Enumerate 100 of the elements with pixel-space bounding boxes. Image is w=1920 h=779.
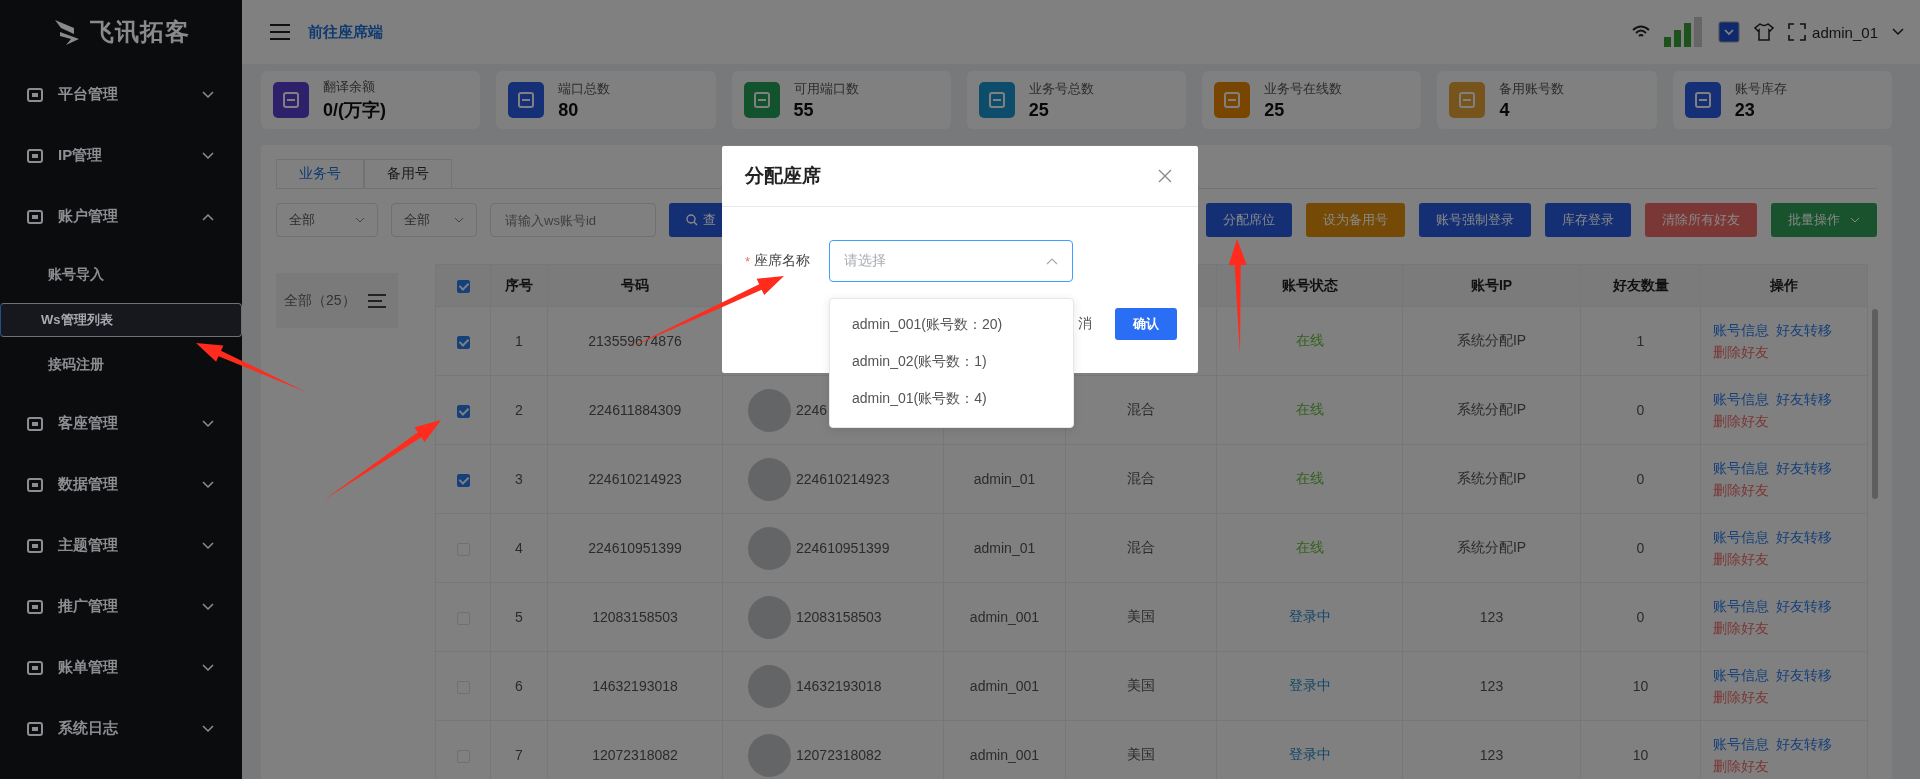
- table-cell: 224610951399: [796, 540, 890, 556]
- select-field[interactable]: 全部: [276, 203, 378, 237]
- stat-label: 账号库存: [1734, 79, 1787, 98]
- action-link[interactable]: 好友转移: [1776, 734, 1832, 754]
- action-link[interactable]: 账号信息: [1713, 734, 1769, 754]
- sidebar-subitem[interactable]: 接码注册: [0, 337, 242, 393]
- column-header: 序号: [505, 276, 533, 293]
- action-link[interactable]: 删除好友: [1713, 411, 1769, 431]
- action-link[interactable]: 删除好友: [1713, 549, 1769, 569]
- action-link[interactable]: 删除好友: [1713, 756, 1769, 776]
- dropdown-option[interactable]: admin_01(账号数：4): [830, 380, 1073, 417]
- action-link[interactable]: 账号信息: [1713, 665, 1769, 685]
- sidebar-item[interactable]: 主题管理: [0, 515, 242, 576]
- column-header: 号码: [621, 276, 649, 293]
- table-cell: admin_001: [969, 678, 1040, 694]
- action-button[interactable]: 批量操作: [1771, 203, 1877, 237]
- table-cell: 7: [515, 747, 523, 763]
- sidebar-subitem[interactable]: 账号导入: [0, 247, 242, 303]
- column-header: 账号状态: [1281, 276, 1338, 293]
- action-link[interactable]: 删除好友: [1713, 618, 1769, 638]
- action-link[interactable]: 好友转移: [1776, 665, 1832, 685]
- action-link[interactable]: 删除好友: [1713, 687, 1769, 707]
- chevron-icon[interactable]: [1892, 28, 1904, 36]
- confirm-button[interactable]: 确认: [1115, 308, 1177, 340]
- group-filter[interactable]: 全部（25）: [276, 273, 398, 328]
- table-cell: 系统分配IP: [1456, 539, 1527, 555]
- action-link[interactable]: 好友转移: [1776, 527, 1832, 547]
- action-button[interactable]: 分配席位: [1206, 203, 1292, 237]
- close-icon[interactable]: [1158, 169, 1172, 183]
- action-button[interactable]: 设为备用号: [1306, 203, 1405, 237]
- action-button[interactable]: 库存登录: [1545, 203, 1631, 237]
- table-cell: 12072318082: [592, 747, 678, 763]
- table-cell: 10: [1632, 678, 1649, 694]
- sidebar-item[interactable]: 客座管理: [0, 393, 242, 454]
- action-link[interactable]: 好友转移: [1776, 320, 1832, 340]
- sidebar-item[interactable]: 账户管理: [0, 186, 242, 247]
- table-cell: 224610214923: [796, 471, 890, 487]
- action-link[interactable]: 账号信息: [1713, 458, 1769, 478]
- table-cell: 14632193018: [592, 678, 678, 694]
- chevron-icon: [1850, 217, 1860, 223]
- table-cell: 123: [1479, 747, 1504, 763]
- select-field[interactable]: 全部: [391, 203, 477, 237]
- dropdown-option[interactable]: admin_02(账号数：1): [830, 343, 1073, 380]
- field-label: 座席名称: [754, 252, 812, 270]
- status-text: 登录中: [1288, 746, 1331, 762]
- action-link[interactable]: 删除好友: [1713, 480, 1769, 500]
- table-cell: 4: [515, 540, 523, 556]
- checkbox[interactable]: [456, 404, 470, 418]
- dropdown-icon[interactable]: [1718, 21, 1741, 43]
- action-link[interactable]: 好友转移: [1776, 389, 1832, 409]
- stat-value: 80: [558, 99, 580, 121]
- column-header: 操作: [1770, 276, 1798, 293]
- sidebar-subitem[interactable]: Ws管理列表: [0, 303, 242, 337]
- action-button[interactable]: 清除所有好友: [1645, 203, 1757, 237]
- stat-label: 端口总数: [558, 79, 611, 98]
- table-cell: 系统分配IP: [1456, 470, 1527, 486]
- sidebar-item[interactable]: 数据管理: [0, 454, 242, 515]
- action-link[interactable]: 账号信息: [1713, 527, 1769, 547]
- checkbox[interactable]: [456, 280, 470, 294]
- cancel-button[interactable]: 消: [1078, 315, 1092, 333]
- select-field[interactable]: 请选择: [829, 240, 1074, 282]
- sidebar-item[interactable]: 账单管理: [0, 637, 242, 698]
- tab[interactable]: 备用号: [364, 159, 452, 188]
- action-link[interactable]: 好友转移: [1776, 458, 1832, 478]
- stat-value: 23: [1734, 99, 1756, 121]
- chevron-icon: [355, 217, 365, 223]
- sidebar-item[interactable]: 平台管理: [0, 64, 242, 125]
- table-cell: admin_01: [973, 540, 1036, 556]
- fullscreen-icon[interactable]: [1788, 23, 1807, 41]
- action-link[interactable]: 账号信息: [1713, 389, 1769, 409]
- status-text: 在线: [1295, 401, 1324, 417]
- table-cell: 14632193018: [796, 678, 882, 694]
- action-link[interactable]: 好友转移: [1776, 596, 1832, 616]
- action-button[interactable]: 账号强制登录: [1419, 203, 1531, 237]
- sidebar-item[interactable]: IP管理: [0, 125, 242, 186]
- checkbox[interactable]: [456, 473, 470, 487]
- table-cell: 系统分配IP: [1456, 332, 1527, 348]
- table-cell: 123: [1479, 678, 1504, 694]
- sidebar-item[interactable]: 系统日志: [0, 698, 242, 759]
- dropdown-option[interactable]: admin_001(账号数：20): [830, 306, 1073, 343]
- checkbox[interactable]: [456, 335, 470, 349]
- status-text: 在线: [1295, 470, 1324, 486]
- table-cell: 0: [1636, 402, 1645, 418]
- action-link[interactable]: 账号信息: [1713, 596, 1769, 616]
- table-cell: 2: [515, 402, 523, 418]
- portal-link[interactable]: 前往座席端: [308, 22, 383, 42]
- stat-label: 可用端口数: [793, 79, 859, 98]
- tab[interactable]: 业务号: [276, 159, 364, 188]
- action-link[interactable]: 删除好友: [1713, 342, 1769, 362]
- table-cell: 0: [1636, 540, 1645, 556]
- user-name[interactable]: admin_01: [1812, 23, 1878, 41]
- search-field[interactable]: 请输入ws账号id: [490, 203, 656, 237]
- required-mark: *: [745, 253, 751, 269]
- chevron-icon: [202, 480, 214, 489]
- table-cell: 5: [515, 609, 523, 625]
- action-link[interactable]: 账号信息: [1713, 320, 1769, 340]
- scrollbar[interactable]: [1872, 309, 1878, 499]
- shirt-icon[interactable]: [1754, 23, 1775, 41]
- sidebar-item[interactable]: 推广管理: [0, 576, 242, 637]
- chevron-icon: [202, 419, 214, 428]
